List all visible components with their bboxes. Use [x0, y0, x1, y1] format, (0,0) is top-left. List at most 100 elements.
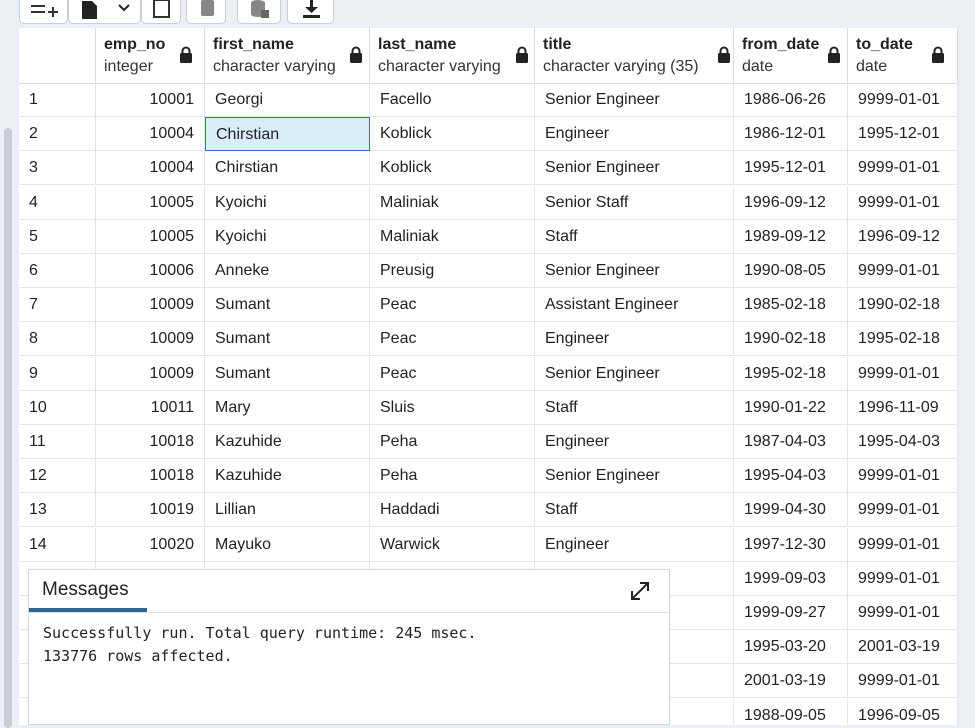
table-cell[interactable]: 9999-01-01: [848, 185, 958, 220]
paste-button[interactable]: [141, 0, 181, 24]
table-cell[interactable]: 1995-02-18: [848, 322, 958, 357]
table-cell[interactable]: 1995-12-01: [848, 117, 958, 152]
table-row[interactable]: 4 10005 Kyoichi Maliniak Senior Staff 1996-09…: [19, 185, 958, 220]
table-cell[interactable]: 10006: [96, 254, 205, 288]
table-cell[interactable]: Staff: [535, 390, 734, 425]
column-header-title[interactable]: title character varying (35): [535, 28, 734, 83]
table-row[interactable]: 3 10004 Chirstian Koblick Senior Engineer 199…: [19, 151, 958, 186]
table-cell[interactable]: 2001-03-19: [848, 630, 958, 665]
table-cell[interactable]: 10009: [96, 322, 205, 357]
table-cell[interactable]: Haddadi: [370, 493, 535, 528]
table-cell[interactable]: Sluis: [370, 390, 535, 425]
table-cell[interactable]: Kyoichi: [205, 219, 370, 254]
table-row[interactable]: 14 10020 Mayuko Warwick Engineer 1997-12-30 99…: [19, 527, 958, 562]
tab-messages[interactable]: Messages: [29, 570, 147, 612]
copy-button[interactable]: [68, 0, 141, 24]
chevron-down-icon[interactable]: [117, 3, 131, 13]
table-cell[interactable]: Mary: [205, 390, 370, 425]
table-row[interactable]: 2 10004 Chirstian Koblick Engineer 1986-12-01…: [19, 117, 958, 152]
table-cell[interactable]: 1999-09-27: [734, 596, 848, 630]
table-row[interactable]: 10 10011 Mary Sluis Staff 1990-01-22 1996-11-0…: [19, 390, 958, 425]
table-cell[interactable]: Senior Engineer: [535, 151, 734, 186]
table-cell[interactable]: 1999-09-03: [734, 561, 848, 596]
table-cell[interactable]: 9999-01-01: [848, 596, 958, 630]
table-cell[interactable]: 10020: [96, 527, 205, 562]
table-cell[interactable]: 10009: [96, 288, 205, 323]
table-cell[interactable]: Peac: [370, 356, 535, 391]
table-cell[interactable]: 1996-11-09: [848, 390, 958, 425]
table-cell[interactable]: 10009: [96, 356, 205, 391]
table-cell[interactable]: 9999-01-01: [848, 83, 958, 117]
table-cell[interactable]: 10004: [96, 117, 205, 152]
column-header-first-name[interactable]: first_name character varying: [205, 28, 370, 83]
table-cell[interactable]: 9999-01-01: [848, 493, 958, 528]
table-cell[interactable]: Chirstian: [205, 117, 370, 152]
table-cell[interactable]: 1997-12-30: [734, 527, 848, 562]
table-cell[interactable]: 1995-03-20: [734, 630, 848, 665]
table-cell[interactable]: Preusig: [370, 254, 535, 288]
save-data-button[interactable]: [237, 0, 281, 24]
table-cell[interactable]: 1990-02-18: [848, 288, 958, 323]
table-cell[interactable]: 1995-12-01: [734, 151, 848, 186]
table-cell[interactable]: 9999-01-01: [848, 356, 958, 391]
table-cell[interactable]: 1995-04-03: [734, 459, 848, 494]
table-cell[interactable]: 1986-12-01: [734, 117, 848, 152]
table-cell[interactable]: Peha: [370, 459, 535, 494]
table-cell[interactable]: Senior Engineer: [535, 356, 734, 391]
table-cell[interactable]: Chirstian: [205, 151, 370, 186]
table-cell[interactable]: 1996-09-12: [848, 219, 958, 254]
table-cell[interactable]: 1990-01-22: [734, 390, 848, 425]
table-cell[interactable]: 9999-01-01: [848, 151, 958, 186]
table-cell[interactable]: 1990-08-05: [734, 254, 848, 288]
table-cell[interactable]: 1985-02-18: [734, 288, 848, 323]
table-cell[interactable]: Engineer: [535, 117, 734, 152]
download-button[interactable]: [287, 0, 334, 24]
table-cell[interactable]: Peac: [370, 322, 535, 357]
vertical-scrollbar[interactable]: [0, 28, 18, 728]
table-cell[interactable]: 1996-09-05: [848, 698, 958, 725]
table-cell[interactable]: 1995-04-03: [848, 425, 958, 459]
table-cell[interactable]: Senior Staff: [535, 185, 734, 220]
table-cell[interactable]: Mayuko: [205, 527, 370, 562]
table-cell[interactable]: 1986-06-26: [734, 83, 848, 117]
table-cell[interactable]: 1988-09-05: [734, 698, 848, 725]
table-cell[interactable]: Staff: [535, 493, 734, 528]
column-header-last-name[interactable]: last_name character varying: [370, 28, 535, 83]
add-row-button[interactable]: [19, 0, 68, 24]
table-cell[interactable]: 9999-01-01: [848, 254, 958, 288]
table-cell[interactable]: Senior Engineer: [535, 459, 734, 494]
table-cell[interactable]: Staff: [535, 219, 734, 254]
table-row[interactable]: 8 10009 Sumant Peac Engineer 1990-02-18 1995-0…: [19, 322, 958, 357]
table-row[interactable]: 13 10019 Lillian Haddadi Staff 1999-04-30 9999…: [19, 493, 958, 528]
table-cell[interactable]: 1995-02-18: [734, 356, 848, 391]
table-cell[interactable]: Kazuhide: [205, 459, 370, 494]
table-cell[interactable]: 10019: [96, 493, 205, 528]
table-cell[interactable]: 1996-09-12: [734, 185, 848, 220]
table-cell[interactable]: Engineer: [535, 322, 734, 357]
table-cell[interactable]: Senior Engineer: [535, 83, 734, 117]
table-cell[interactable]: 1999-04-30: [734, 493, 848, 528]
table-cell[interactable]: Assistant Engineer: [535, 288, 734, 323]
table-cell[interactable]: 10018: [96, 459, 205, 494]
table-cell[interactable]: Koblick: [370, 151, 535, 186]
table-cell[interactable]: 1987-04-03: [734, 425, 848, 459]
table-cell[interactable]: Maliniak: [370, 185, 535, 220]
table-row[interactable]: 7 10009 Sumant Peac Assistant Engineer 1985-0…: [19, 288, 958, 323]
table-row[interactable]: 12 10018 Kazuhide Peha Senior Engineer 1995-0…: [19, 459, 958, 494]
table-row[interactable]: 5 10005 Kyoichi Maliniak Staff 1989-09-12 1996…: [19, 219, 958, 254]
scrollbar-thumb[interactable]: [4, 128, 12, 728]
table-cell[interactable]: Sumant: [205, 288, 370, 323]
table-cell[interactable]: 9999-01-01: [848, 459, 958, 494]
table-cell[interactable]: Engineer: [535, 425, 734, 459]
table-cell[interactable]: Warwick: [370, 527, 535, 562]
table-cell[interactable]: Kyoichi: [205, 185, 370, 220]
table-cell[interactable]: 9999-01-01: [848, 527, 958, 562]
table-cell[interactable]: Engineer: [535, 527, 734, 562]
expand-icon[interactable]: [629, 580, 651, 602]
table-cell[interactable]: 9999-01-01: [848, 561, 958, 596]
table-cell[interactable]: Peha: [370, 425, 535, 459]
table-cell[interactable]: 10011: [96, 390, 205, 425]
table-cell[interactable]: 10005: [96, 219, 205, 254]
table-cell[interactable]: 10018: [96, 425, 205, 459]
table-cell[interactable]: Sumant: [205, 322, 370, 357]
